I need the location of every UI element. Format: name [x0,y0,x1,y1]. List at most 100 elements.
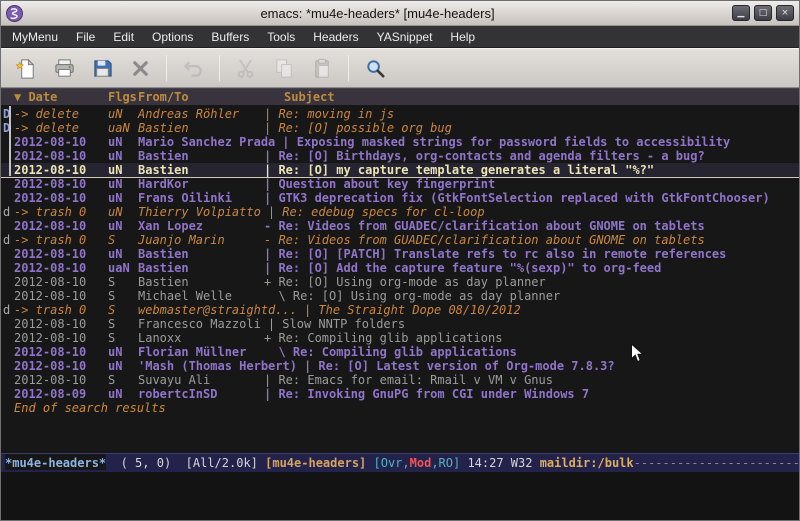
window-title: emacs: *mu4e-headers* [mu4e-headers] [23,6,732,21]
message-flags: uN [108,387,138,401]
echo-area[interactable] [1,472,799,520]
message-from: Bastien [138,149,264,163]
message-subject: + Re: Compiling glib applications [264,331,502,345]
emacs-logo-icon[interactable] [6,5,23,22]
mode-line[interactable]: *mu4e-headers* ( 5, 0) [All/2.0k] [mu4e-… [1,453,799,472]
mark-indicator [3,191,14,205]
date-column-label: Date [21,90,57,104]
message-row[interactable]: D -> delete uN Andreas Röhler | Re: movi… [1,107,799,121]
message-row[interactable]: 2012-08-10 uN Bastien | Re: [O] Birthday… [1,149,799,163]
message-row[interactable]: 2012-08-10 uN Frans Oilinki | GTK3 depre… [1,191,799,205]
mark-indicator [3,359,14,373]
modeline-segment-cyan[interactable]: [Ovr, [374,456,410,470]
menu-item-help[interactable]: Help [441,27,484,47]
scrollbar-thumb[interactable] [9,106,11,176]
menu-item-mymenu[interactable]: MyMenu [3,27,67,47]
menu-bar: MyMenuFileEditOptionsBuffersToolsHeaders… [1,26,799,48]
message-row[interactable]: 2012-08-10 uN Mario Sanchez Prada | Expo… [1,135,799,149]
undo-icon[interactable] [178,53,208,83]
modeline-segment-plain[interactable]: ( 5, 0) [106,456,185,470]
column-header-subject[interactable]: Subject [264,89,335,105]
message-date: 2012-08-10 [14,135,108,149]
modeline-segment-red[interactable]: Mod [410,456,432,470]
menu-item-edit[interactable]: Edit [104,27,143,47]
message-subject: | The Straight Dope 08/10/2012 [304,303,521,317]
menu-item-options[interactable]: Options [143,27,202,47]
mark-indicator [3,331,14,345]
message-flags: uN [108,135,138,149]
message-row[interactable]: 2012-08-10 uN Xan Lopez - Re: Videos fro… [1,219,799,233]
print-icon[interactable] [49,53,79,83]
close-icon[interactable] [125,53,155,83]
message-row[interactable]: 2012-08-10 S Bastien + Re: [O] Using org… [1,275,799,289]
message-from: robertcInSD [138,387,264,401]
message-from: HardKor [138,177,264,191]
message-date: -> trash 0 [14,233,108,247]
message-subject: | Re: [O] Birthdays, org-contacts and ag… [264,149,705,163]
cut-icon[interactable] [231,53,261,83]
message-row[interactable]: 2012-08-10 uN HardKor | Question about k… [1,177,799,191]
mark-indicator [3,247,14,261]
message-date: 2012-08-10 [14,345,108,359]
menu-item-tools[interactable]: Tools [258,27,304,47]
message-row[interactable]: 2012-08-10 S Lanoxx + Re: Compiling glib… [1,331,799,345]
message-flags: S [108,331,138,345]
message-from: Bastien [138,247,264,261]
message-from: Lanoxx [138,331,264,345]
menu-item-buffers[interactable]: Buffers [202,27,258,47]
buffer-area[interactable]: D -> delete uN Andreas Röhler | Re: movi… [1,105,799,453]
message-row[interactable]: d -> trash 0 S Juanjo Marin - Re: Videos… [1,233,799,247]
message-row[interactable]: 2012-08-09 uN robertcInSD | Re: Invoking… [1,387,799,401]
message-from: Thierry Volpiatto [138,205,268,219]
message-row[interactable]: 2012-08-10 uN Bastien | Re: [O] [PATCH] … [1,247,799,261]
message-subject: | Re: moving in js [264,107,394,121]
new-file-icon[interactable] [11,53,41,83]
message-row[interactable]: 2012-08-10 S Francesco Mazzoli | Slow NN… [1,317,799,331]
modeline-segment-plain[interactable]: 14:27 W32 [460,456,539,470]
message-date: 2012-08-10 [14,373,108,387]
title-bar[interactable]: emacs: *mu4e-headers* [mu4e-headers] ▁ □… [1,1,799,26]
message-row[interactable]: D -> delete uaN Bastien | Re: [O] possib… [1,121,799,135]
message-flags: uN [108,177,138,191]
modeline-segment-cyan[interactable]: ,RO] [431,456,460,470]
modeline-segment-dashes[interactable]: -------------------------------- [634,456,799,470]
message-row[interactable]: 2012-08-10 S Suvayu Ali | Re: Emacs for … [1,373,799,387]
modeline-segment-buffer[interactable]: *mu4e-headers* [5,454,106,470]
message-subject: - Re: Videos from GUADEC/clarification a… [264,233,705,247]
save-icon[interactable] [87,53,117,83]
message-date: -> trash 0 [14,205,108,219]
message-subject: | Question about key fingerprint [264,177,495,191]
column-header-flags[interactable]: Flgs [108,89,138,105]
modeline-segment-folder[interactable]: maildir:/bulk [540,456,634,470]
message-row[interactable]: 2012-08-10 uaN Bastien | Re: [O] Add the… [1,261,799,275]
message-row[interactable]: 2012-08-10 S Michael Welle \ Re: [O] Usi… [1,289,799,303]
message-row[interactable]: d -> trash 0 S webmaster@straightd... | … [1,303,799,317]
message-subject: | Slow NNTP folders [268,317,405,331]
message-subject: | Re: [O] my capture template generates … [264,163,654,177]
search-icon[interactable] [360,53,390,83]
message-row[interactable]: d -> trash 0 uN Thierry Volpiatto | Re: … [1,205,799,219]
menu-item-file[interactable]: File [67,27,104,47]
menu-item-yasnippet[interactable]: YASnippet [368,27,442,47]
menu-item-headers[interactable]: Headers [304,27,367,47]
modeline-segment-plain[interactable]: [All/2.0k] [186,456,265,470]
message-from: Suvayu Ali [138,373,264,387]
message-flags: uN [108,107,138,121]
message-date: 2012-08-10 [14,275,108,289]
modeline-segment-minor[interactable]: [mu4e-headers] [265,456,373,470]
mark-indicator [3,219,14,233]
message-row[interactable]: 2012-08-10 uN 'Mash (Thomas Herbert) | R… [1,359,799,373]
column-header-date[interactable]: ▼ Date [14,89,108,105]
message-date: 2012-08-10 [14,191,108,205]
message-flags: S [108,317,138,331]
paste-icon[interactable] [307,53,337,83]
message-from: Francesco Mazzoli [138,317,268,331]
column-header-from[interactable]: From/To [138,89,264,105]
message-row[interactable]: 2012-08-10 uN Florian Müllner \ Re: Comp… [1,345,799,359]
close-window-button[interactable]: × [776,5,794,21]
maximize-button[interactable]: □ [754,5,772,21]
toolbar-separator [166,55,167,81]
copy-icon[interactable] [269,53,299,83]
message-row[interactable]: 2012-08-10 uN Bastien | Re: [O] my captu… [1,163,799,177]
minimize-button[interactable]: ▁ [732,5,750,21]
